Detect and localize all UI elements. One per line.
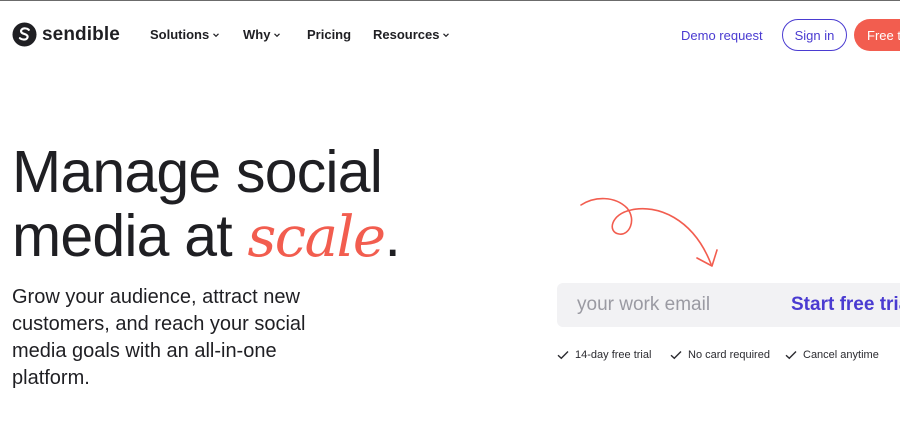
nav-item-label: Solutions bbox=[150, 27, 210, 42]
nav-item-why[interactable]: Why bbox=[243, 27, 281, 42]
demo-request-link[interactable]: Demo request bbox=[681, 28, 763, 43]
brand-name: sendible bbox=[42, 23, 120, 45]
perk-label: 14-day free trial bbox=[575, 349, 652, 361]
nav-item-label: Why bbox=[243, 27, 271, 42]
nav-item-pricing[interactable]: Pricing bbox=[307, 27, 351, 42]
chevron-down-icon bbox=[443, 32, 450, 37]
hero-title-period: . bbox=[384, 203, 401, 269]
swirl-arrow-icon bbox=[580, 197, 718, 267]
page: sendible Solutions Why Pricing Resources… bbox=[0, 0, 900, 423]
chevron-down-icon bbox=[213, 32, 220, 37]
nav-item-label: Resources bbox=[373, 27, 440, 42]
sendible-logo-icon bbox=[12, 22, 37, 47]
nav-item-solutions[interactable]: Solutions bbox=[150, 27, 220, 42]
nav-item-label: Pricing bbox=[307, 27, 352, 42]
hero-title-line2: media at bbox=[12, 203, 248, 269]
hero-title-accent: scale bbox=[247, 205, 386, 270]
chevron-down-icon bbox=[274, 32, 281, 37]
free-trial-button[interactable]: Free trial bbox=[854, 19, 900, 51]
hero-title-line1: Manage social bbox=[12, 139, 383, 205]
start-free-trial-button[interactable]: Start free trial bbox=[791, 283, 900, 327]
perk-label: No card required bbox=[688, 349, 770, 361]
work-email-input[interactable] bbox=[577, 283, 777, 327]
email-signup-form: Start free trial bbox=[557, 283, 900, 327]
check-icon bbox=[557, 351, 569, 360]
hero-subtitle: Grow your audience, attract new customer… bbox=[12, 286, 306, 389]
brand-logo[interactable]: sendible bbox=[12, 22, 120, 47]
perk-item: 14-day free trial bbox=[557, 349, 651, 361]
top-divider bbox=[0, 0, 900, 1]
perk-label: Cancel anytime bbox=[803, 349, 879, 361]
hero-title: Manage social media at scale. bbox=[12, 140, 442, 270]
perk-item: Cancel anytime bbox=[785, 349, 879, 361]
check-icon bbox=[670, 351, 682, 360]
check-icon bbox=[785, 351, 797, 360]
perk-item: No card required bbox=[670, 349, 770, 361]
sign-in-button[interactable]: Sign in bbox=[782, 19, 847, 51]
nav-item-resources[interactable]: Resources bbox=[373, 27, 450, 42]
